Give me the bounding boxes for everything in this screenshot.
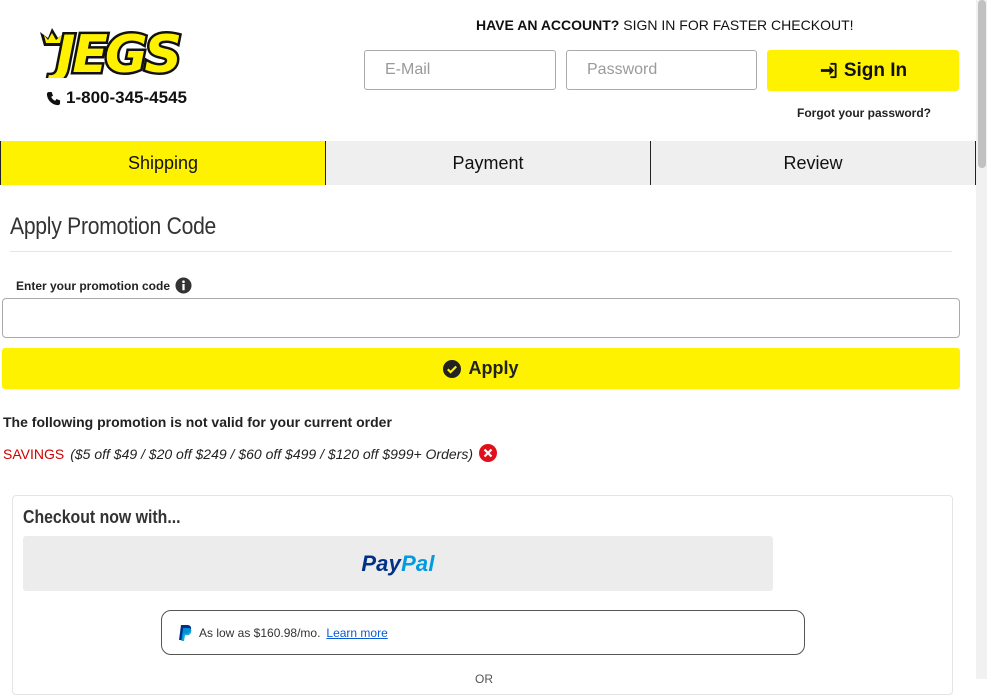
email-field[interactable]	[364, 50, 556, 90]
sign-in-label: Sign In	[843, 59, 908, 81]
or-separator: OR	[475, 672, 493, 686]
promo-code-label-text: Enter your promotion code	[16, 278, 171, 293]
promo-invalid-message: The following promotion is not valid for…	[3, 414, 392, 430]
paypal-button[interactable]: PayPal	[23, 536, 773, 591]
checkout-steps: Shipping Payment Review	[0, 141, 976, 185]
pay-later-text: As low as $160.98/mo.	[199, 625, 321, 640]
info-icon[interactable]	[175, 277, 192, 294]
remove-promo-icon[interactable]	[479, 444, 497, 462]
svg-text:JEGS: JEGS	[47, 25, 180, 78]
sign-in-icon	[820, 62, 837, 79]
tab-payment[interactable]: Payment	[326, 141, 651, 185]
jegs-logo[interactable]: JEGS	[38, 24, 206, 78]
promo-description: ($5 off $49 / $20 off $249 / $60 off $49…	[70, 446, 473, 462]
scrollbar-thumb[interactable]	[978, 0, 986, 168]
account-prompt-rest: SIGN IN FOR FASTER CHECKOUT!	[619, 17, 854, 33]
learn-more-link[interactable]: Learn more	[326, 626, 387, 640]
promotion-title: Apply Promotion Code	[10, 213, 217, 240]
paypal-logo: PayPal	[361, 551, 434, 577]
tab-review[interactable]: Review	[651, 141, 976, 185]
promo-code-label: Enter your promotion code	[16, 277, 192, 294]
apply-button[interactable]: Apply	[2, 348, 960, 389]
paypal-logo-pal: Pal	[401, 550, 435, 576]
forgot-password-link[interactable]: Forgot your password?	[797, 106, 931, 120]
password-field[interactable]	[566, 50, 757, 90]
section-divider	[10, 251, 952, 252]
tab-shipping[interactable]: Shipping	[0, 141, 326, 185]
check-circle-icon	[443, 359, 462, 378]
apply-label: Apply	[468, 358, 519, 378]
applied-promo: SAVINGS ($5 off $49 / $20 off $249 / $60…	[3, 444, 497, 462]
phone-number[interactable]: 1-800-345-4545	[46, 88, 187, 108]
promo-code: SAVINGS	[3, 446, 65, 462]
checkout-now-title: Checkout now with...	[23, 507, 181, 527]
phone-text: 1-800-345-4545	[66, 88, 187, 107]
paypal-icon	[179, 624, 192, 641]
paypal-logo-pay: Pay	[361, 550, 402, 576]
sign-in-button[interactable]: Sign In	[767, 50, 959, 91]
paypal-pay-later-message: As low as $160.98/mo. Learn more	[161, 610, 805, 655]
phone-icon	[46, 91, 61, 105]
promo-code-input[interactable]	[2, 298, 960, 338]
account-prompt-bold: HAVE AN ACCOUNT?	[476, 17, 620, 33]
account-prompt: HAVE AN ACCOUNT? SIGN IN FOR FASTER CHEC…	[476, 17, 854, 33]
